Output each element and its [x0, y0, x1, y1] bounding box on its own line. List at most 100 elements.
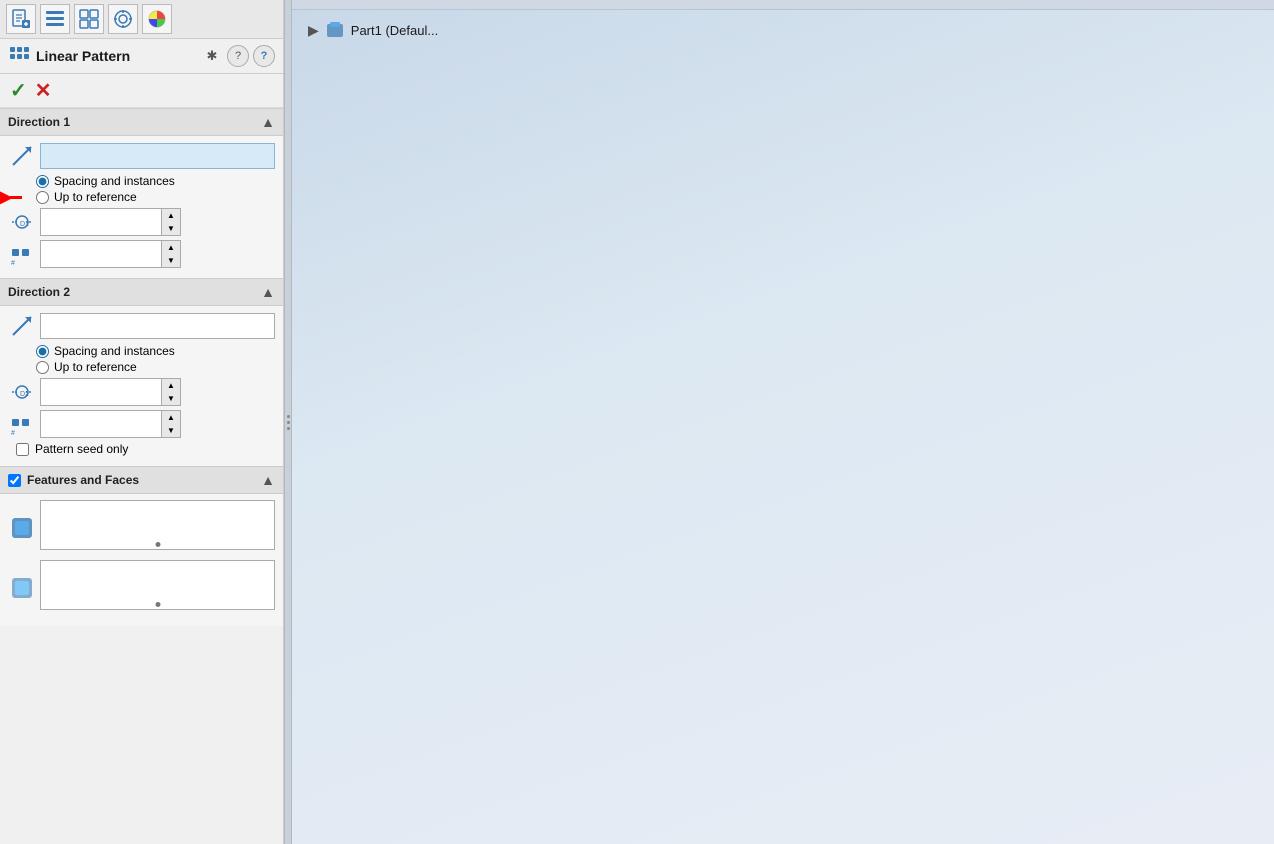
direction1-up-to-ref-radio[interactable]: [36, 191, 49, 204]
direction1-spacing-radio[interactable]: [36, 175, 49, 188]
direction1-spacing-spinner-btns: ▲ ▼: [161, 209, 180, 235]
svg-text:#: #: [11, 260, 15, 267]
direction2-instances-icon: #: [8, 410, 36, 438]
direction1-body: Spacing and instances ▶ Up to reference: [0, 136, 283, 278]
direction1-spacing-label: Spacing and instances: [54, 174, 175, 188]
target-button[interactable]: [108, 4, 138, 34]
direction1-collapse-btn[interactable]: ▲: [261, 114, 275, 130]
d2-instances-icon: #: [9, 411, 35, 437]
direction1-instances-input-wrap: 2 ▲ ▼: [40, 240, 181, 268]
tree-button[interactable]: [40, 4, 70, 34]
direction1-instances-down-btn[interactable]: ▼: [162, 254, 180, 267]
d2-spacing-icon: D2: [9, 379, 35, 405]
pattern-seed-row[interactable]: Pattern seed only: [16, 442, 275, 456]
splitter-handle: [287, 415, 290, 430]
tree-item-label: Part1 (Defaul...: [351, 23, 438, 38]
svg-text:D1: D1: [20, 221, 29, 228]
features-box2-row: [8, 560, 275, 616]
splitter-dot: [287, 415, 290, 418]
direction2-spacing-input-wrap: 0.10in ▲ ▼: [40, 378, 181, 406]
direction1-up-to-ref-row: ▶ Up to reference: [36, 190, 275, 204]
features-icon1: [8, 514, 36, 542]
splitter[interactable]: [284, 0, 292, 844]
tree-icon: [44, 8, 66, 30]
direction2-arrow-icon: [9, 313, 35, 339]
features-box2-wrap: [40, 560, 275, 610]
toolbar: [0, 0, 283, 39]
features-dot2: [155, 602, 160, 607]
direction1-up-to-ref-label-text: Up to reference: [54, 190, 137, 204]
tree-area: ▶ Part1 (Defaul...: [292, 10, 1274, 50]
direction1-up-to-ref-label[interactable]: Up to reference: [36, 190, 137, 204]
features-faces-section-header[interactable]: Features and Faces ▲: [0, 466, 283, 494]
direction1-instances-input[interactable]: 2: [41, 241, 161, 267]
direction2-instances-input-wrap: 1 ▲ ▼: [40, 410, 181, 438]
direction1-instances-spinner-btns: ▲ ▼: [161, 241, 180, 267]
help2-button[interactable]: ?: [253, 45, 275, 67]
direction2-up-to-ref-radio[interactable]: [36, 361, 49, 374]
direction2-spacing-up-btn[interactable]: ▲: [162, 379, 180, 392]
panel-title: Linear Pattern: [36, 48, 195, 64]
direction1-input-row: [8, 142, 275, 170]
features-box1-row: [8, 500, 275, 556]
direction1-radio-group: Spacing and instances ▶ Up to reference: [36, 174, 275, 204]
face-box-icon: [9, 575, 35, 601]
new-icon: [10, 8, 32, 30]
direction2-spacing-input[interactable]: 0.10in: [41, 379, 161, 405]
direction1-spacing-up-btn[interactable]: ▲: [162, 209, 180, 222]
cancel-button[interactable]: ✕: [35, 78, 52, 103]
confirm-button[interactable]: ✓: [10, 78, 27, 103]
splitter-dot: [287, 427, 290, 430]
direction2-spacing-down-btn[interactable]: ▼: [162, 392, 180, 405]
features-faces-collapse-btn[interactable]: ▲: [261, 472, 275, 488]
direction2-spacing-spinner-btns: ▲ ▼: [161, 379, 180, 405]
direction2-instances-input[interactable]: 1: [41, 411, 161, 437]
viewport-area: [292, 50, 1274, 844]
direction2-title: Direction 2: [8, 285, 70, 299]
direction1-spacing-row: D1 0.10in ▲ ▼: [8, 208, 275, 236]
direction2-input-row: [8, 312, 275, 340]
main-area: ▶ Part1 (Defaul...: [292, 0, 1274, 844]
action-bar: ✓ ✕: [0, 74, 283, 108]
direction2-up-to-ref-label[interactable]: Up to reference: [36, 360, 275, 374]
color-button[interactable]: [142, 4, 172, 34]
direction2-input[interactable]: [40, 313, 275, 339]
feature-box-icon: [9, 515, 35, 541]
left-panel: Linear Pattern ✱ ? ? ✓ ✕ Direction 1 ▲: [0, 0, 284, 844]
pattern-seed-checkbox[interactable]: [16, 443, 29, 456]
features-dot1: [155, 542, 160, 547]
features-box1-wrap: [40, 500, 275, 550]
direction1-section-header[interactable]: Direction 1 ▲: [0, 108, 283, 136]
tree-expand-arrow[interactable]: ▶: [308, 22, 319, 39]
direction2-instances-row: # 1 ▲ ▼: [8, 410, 275, 438]
direction1-input[interactable]: [40, 143, 275, 169]
direction2-instances-spinner-btns: ▲ ▼: [161, 411, 180, 437]
direction2-collapse-btn[interactable]: ▲: [261, 284, 275, 300]
svg-text:D2: D2: [20, 391, 29, 398]
direction1-spacing-input[interactable]: 0.10in: [41, 209, 161, 235]
part-icon: [325, 20, 345, 40]
direction2-section-header[interactable]: Direction 2 ▲: [0, 278, 283, 306]
direction1-spacing-input-wrap: 0.10in ▲ ▼: [40, 208, 181, 236]
help-button[interactable]: ?: [227, 45, 249, 67]
direction2-instances-down-btn[interactable]: ▼: [162, 424, 180, 437]
direction1-instances-row: # 2 ▲ ▼: [8, 240, 275, 268]
features-icon2: [8, 574, 36, 602]
new-button[interactable]: [6, 4, 36, 34]
pin-button[interactable]: ✱: [201, 45, 223, 67]
rebuild-icon: [78, 8, 100, 30]
direction1-spacing-down-btn[interactable]: ▼: [162, 222, 180, 235]
red-arrow-indicator: ▶: [0, 187, 22, 207]
direction1-spacing-icon: D1: [8, 208, 36, 236]
direction2-spacing-radio[interactable]: [36, 345, 49, 358]
direction1-spacing-radio-label[interactable]: Spacing and instances: [36, 174, 275, 188]
color-icon: [146, 8, 168, 30]
svg-text:#: #: [11, 430, 15, 437]
direction1-instances-up-btn[interactable]: ▲: [162, 241, 180, 254]
splitter-dot: [287, 421, 290, 424]
direction2-spacing-icon: D2: [8, 378, 36, 406]
features-faces-checkbox[interactable]: [8, 474, 21, 487]
rebuild-button[interactable]: [74, 4, 104, 34]
direction2-spacing-radio-label[interactable]: Spacing and instances: [36, 344, 275, 358]
direction2-instances-up-btn[interactable]: ▲: [162, 411, 180, 424]
